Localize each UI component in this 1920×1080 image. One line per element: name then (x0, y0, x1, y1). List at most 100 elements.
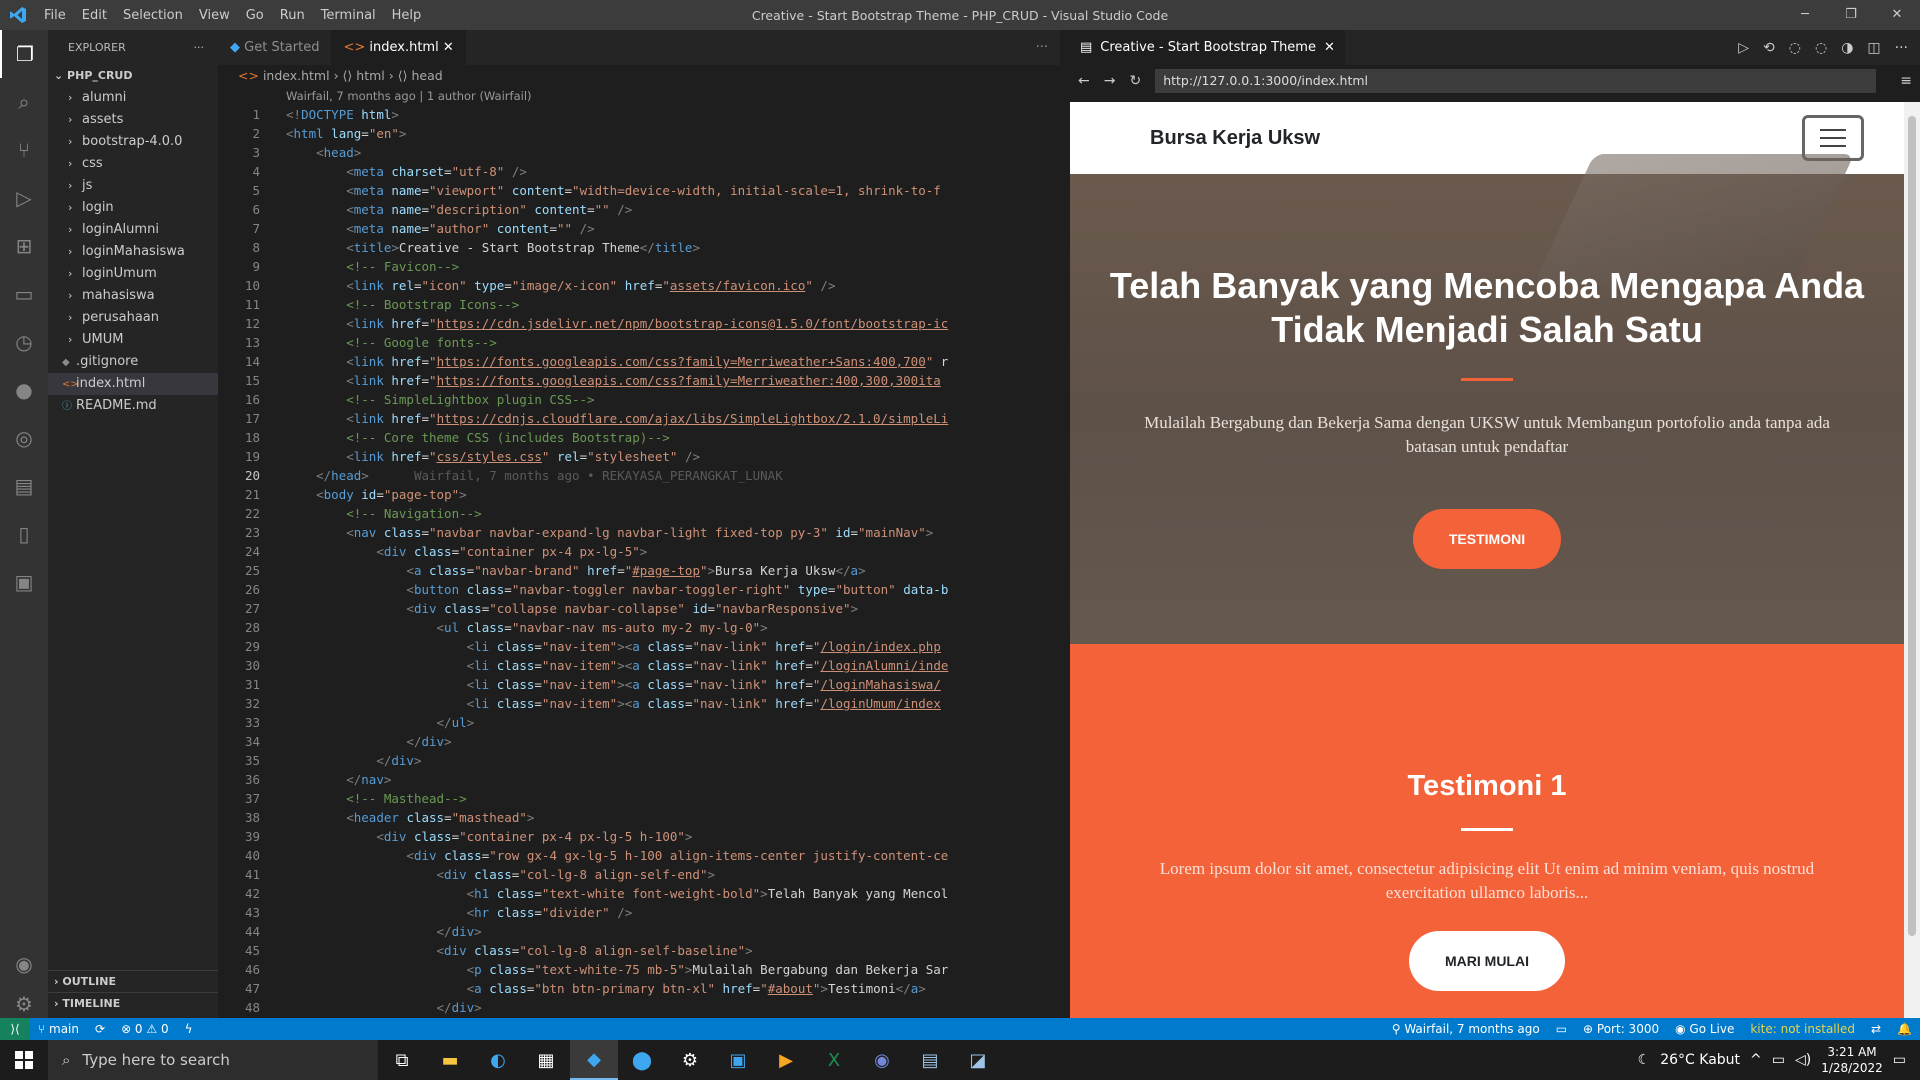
tab-browser-preview[interactable]: ▤ Creative - Start Bootstrap Theme ✕ (1070, 30, 1345, 65)
edge-icon[interactable]: ◐ (474, 1040, 522, 1080)
menu-terminal[interactable]: Terminal (313, 8, 384, 23)
tray-chevron-icon[interactable]: ^ (1750, 1052, 1762, 1068)
kite-status[interactable]: kite: not installed (1742, 1022, 1863, 1036)
problems-indicator[interactable]: ⊗ 0 ⚠ 0 (113, 1022, 177, 1036)
live-share-icon[interactable]: ⇄ (1863, 1022, 1889, 1036)
workspace-root[interactable]: ⌄ PHP_CRUD (48, 65, 218, 87)
minimize-button[interactable]: ─ (1782, 0, 1828, 30)
browser-preview-icon[interactable]: ▤ (0, 462, 48, 510)
menu-edit[interactable]: Edit (74, 8, 115, 23)
menu-icon[interactable]: ≡ (1900, 73, 1920, 89)
close-tab-icon[interactable]: ✕ (1324, 30, 1335, 65)
network-icon[interactable]: ▭ (1772, 1052, 1785, 1068)
timeline-section[interactable]: › TIMELINE (48, 992, 218, 1014)
source-control-icon[interactable]: ⑂ (0, 126, 48, 174)
app-icon[interactable]: ◪ (954, 1040, 1002, 1080)
notification-center-icon[interactable]: ▭ (1893, 1052, 1906, 1068)
run-icon[interactable]: ▷ (1738, 40, 1749, 56)
more-actions-icon[interactable]: ··· (1895, 40, 1908, 56)
menu-help[interactable]: Help (384, 8, 430, 23)
excel-icon[interactable]: X (810, 1040, 858, 1080)
code-area[interactable]: 1 <!DOCTYPE html> 2 <html lang="en"> 3 <he… (218, 105, 978, 1018)
folder-item[interactable]: › alumni (48, 87, 218, 109)
settings-icon[interactable]: ⚙ (666, 1040, 714, 1080)
folder-item[interactable]: › assets (48, 109, 218, 131)
menu-selection[interactable]: Selection (115, 8, 191, 23)
run-debug-icon[interactable]: ▷ (0, 174, 48, 222)
github-icon[interactable]: ● (0, 366, 48, 414)
previous-change-icon[interactable]: ◌ (1789, 40, 1801, 56)
search-icon[interactable]: ⌕ (0, 78, 48, 126)
address-bar[interactable]: http://127.0.0.1:3000/index.html (1155, 69, 1877, 93)
folder-item[interactable]: › bootstrap-4.0.0 (48, 131, 218, 153)
remote-explorer-icon[interactable]: ▭ (0, 270, 48, 318)
remote-indicator-icon[interactable]: ⟩⟨ (0, 1018, 30, 1040)
file-item[interactable]: ◆ .gitignore (48, 351, 218, 373)
go-live-button[interactable]: ◉ Go Live (1667, 1022, 1742, 1036)
next-change-icon[interactable]: ◌ (1815, 40, 1827, 56)
notifications-icon[interactable]: 🔔 (1889, 1022, 1920, 1036)
file-explorer-icon[interactable]: ▬ (426, 1040, 474, 1080)
mari-mulai-button[interactable]: MARI MULAI (1409, 931, 1565, 991)
outline-section[interactable]: › OUTLINE (48, 970, 218, 992)
discord-icon[interactable]: ◉ (858, 1040, 906, 1080)
notepad-icon[interactable]: ▤ (906, 1040, 954, 1080)
tab-index-html[interactable]: <> index.html ✕ (331, 30, 466, 65)
back-icon[interactable]: ← (1078, 73, 1090, 89)
editor-more-icon[interactable]: ··· (1024, 30, 1060, 65)
restore-button[interactable]: ❐ (1828, 0, 1874, 30)
menu-view[interactable]: View (191, 8, 238, 23)
navbar-brand[interactable]: Bursa Kerja Uksw (1150, 127, 1320, 150)
git-blame-status[interactable]: ⚲ Wairfail, 7 months ago (1384, 1022, 1548, 1036)
docker-icon[interactable]: ▯ (0, 510, 48, 558)
git-history-icon[interactable]: ◷ (0, 318, 48, 366)
windows-start-icon[interactable] (0, 1051, 48, 1069)
folder-item[interactable]: › mahasiswa (48, 285, 218, 307)
file-item[interactable]: <>index.html (48, 373, 218, 395)
folder-item[interactable]: › loginUmum (48, 263, 218, 285)
breadcrumb-head[interactable]: head (411, 68, 442, 83)
port-indicator[interactable]: ⊕ Port: 3000 (1575, 1022, 1667, 1036)
file-item[interactable]: ⓘ README.md (48, 395, 218, 417)
weather-icon[interactable]: ☾ (1638, 1052, 1651, 1068)
vscode-taskbar-icon[interactable]: ◆ (570, 1040, 618, 1080)
menu-run[interactable]: Run (272, 8, 313, 23)
folder-item[interactable]: › UMUM (48, 329, 218, 351)
breadcrumb-html[interactable]: html (356, 68, 384, 83)
branch-indicator[interactable]: ⑂ main (30, 1022, 87, 1036)
close-button[interactable]: ✕ (1874, 0, 1920, 30)
folder-item[interactable]: › loginMahasiswa (48, 241, 218, 263)
weather-label[interactable]: 26°C Kabut (1660, 1052, 1740, 1068)
testimoni-button[interactable]: TESTIMONI (1413, 509, 1561, 569)
maps-icon[interactable]: ⬤ (618, 1040, 666, 1080)
sync-icon[interactable]: ⟳ (87, 1022, 113, 1036)
folder-item[interactable]: › login (48, 197, 218, 219)
media-player-icon[interactable]: ▶ (762, 1040, 810, 1080)
app-icon[interactable]: ▣ (714, 1040, 762, 1080)
task-view-icon[interactable]: ⧉ (378, 1040, 426, 1080)
folder-item[interactable]: › perusahaan (48, 307, 218, 329)
folder-item[interactable]: › js (48, 175, 218, 197)
folder-item[interactable]: › loginAlumni (48, 219, 218, 241)
compare-icon[interactable]: ⟲ (1763, 40, 1775, 56)
edge-devtools-icon[interactable]: ◎ (0, 414, 48, 462)
close-tab-icon[interactable]: ✕ (443, 40, 454, 55)
lightning-icon[interactable]: ϟ (177, 1022, 201, 1036)
more-actions-icon[interactable]: ··· (194, 41, 205, 54)
extensions-icon[interactable]: ⊞ (0, 222, 48, 270)
taskbar-search[interactable]: ⌕ Type here to search (48, 1040, 378, 1080)
codelens-blame[interactable]: Wairfail, 7 months ago | 1 author (Wairf… (218, 87, 1060, 105)
folder-item[interactable]: › css (48, 153, 218, 175)
forward-icon[interactable]: → (1104, 73, 1116, 89)
app-icon[interactable]: ▦ (522, 1040, 570, 1080)
tab-get-started[interactable]: ◆ Get Started (218, 30, 331, 65)
page-scrollbar[interactable] (1904, 102, 1920, 1018)
menu-go[interactable]: Go (238, 8, 272, 23)
reload-icon[interactable]: ↻ (1129, 73, 1141, 89)
volume-icon[interactable]: ◁) (1795, 1052, 1811, 1068)
terminal-icon[interactable]: ▣ (0, 558, 48, 606)
feedback-icon[interactable]: ▭ (1548, 1022, 1575, 1036)
explorer-icon[interactable]: ❐ (0, 30, 48, 78)
clock[interactable]: 3:21 AM 1/28/2022 (1821, 1044, 1883, 1076)
breadcrumb-file[interactable]: index.html (263, 68, 330, 83)
